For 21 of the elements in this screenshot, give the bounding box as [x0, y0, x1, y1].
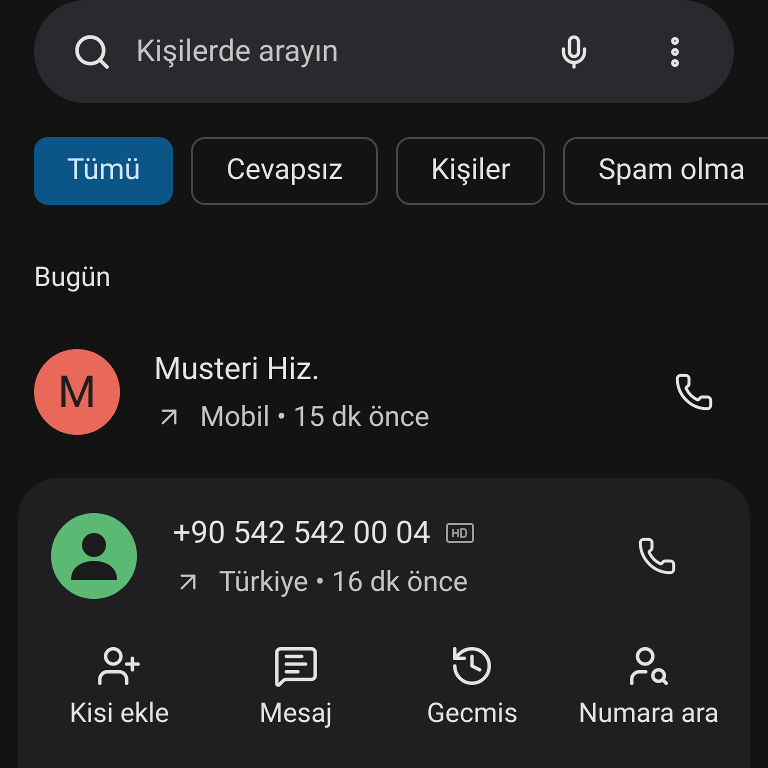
caller-name: Musteri Hiz.	[154, 348, 320, 388]
phone-icon[interactable]	[674, 372, 714, 412]
search-field[interactable]: Kişilerde arayın	[34, 0, 734, 103]
filter-chip[interactable]: Cevapsız	[191, 137, 378, 205]
action-button[interactable]: Gecmis	[384, 642, 560, 733]
expanded-call-card[interactable]: +90 542 542 00 04 Türkiye • 16 dk önce Kisi ekle Mesaj Gecmis Numara ara	[18, 478, 750, 768]
person-icon	[69, 530, 119, 582]
filter-chip[interactable]: Spam olma	[563, 137, 768, 205]
filter-chip[interactable]: Kişiler	[396, 137, 546, 205]
avatar: M	[34, 348, 120, 435]
call-detail: Türkiye • 16 dk önce	[219, 564, 468, 600]
call-detail: Mobil • 15 dk önce	[200, 399, 430, 435]
caller-name: +90 542 542 00 04	[173, 513, 430, 553]
filter-chip[interactable]: Tümü	[34, 137, 174, 205]
phone-icon[interactable]	[637, 536, 677, 576]
section-header: Bugün	[34, 260, 112, 295]
search-input[interactable]: Kişilerde arayın	[136, 29, 532, 74]
action-button[interactable]: Mesaj	[208, 642, 384, 733]
call-row[interactable]: M Musteri Hiz. Mobil • 15 dk önce	[0, 346, 768, 438]
action-button[interactable]: Numara ara	[560, 642, 737, 733]
action-button[interactable]: Kisi ekle	[31, 642, 208, 733]
